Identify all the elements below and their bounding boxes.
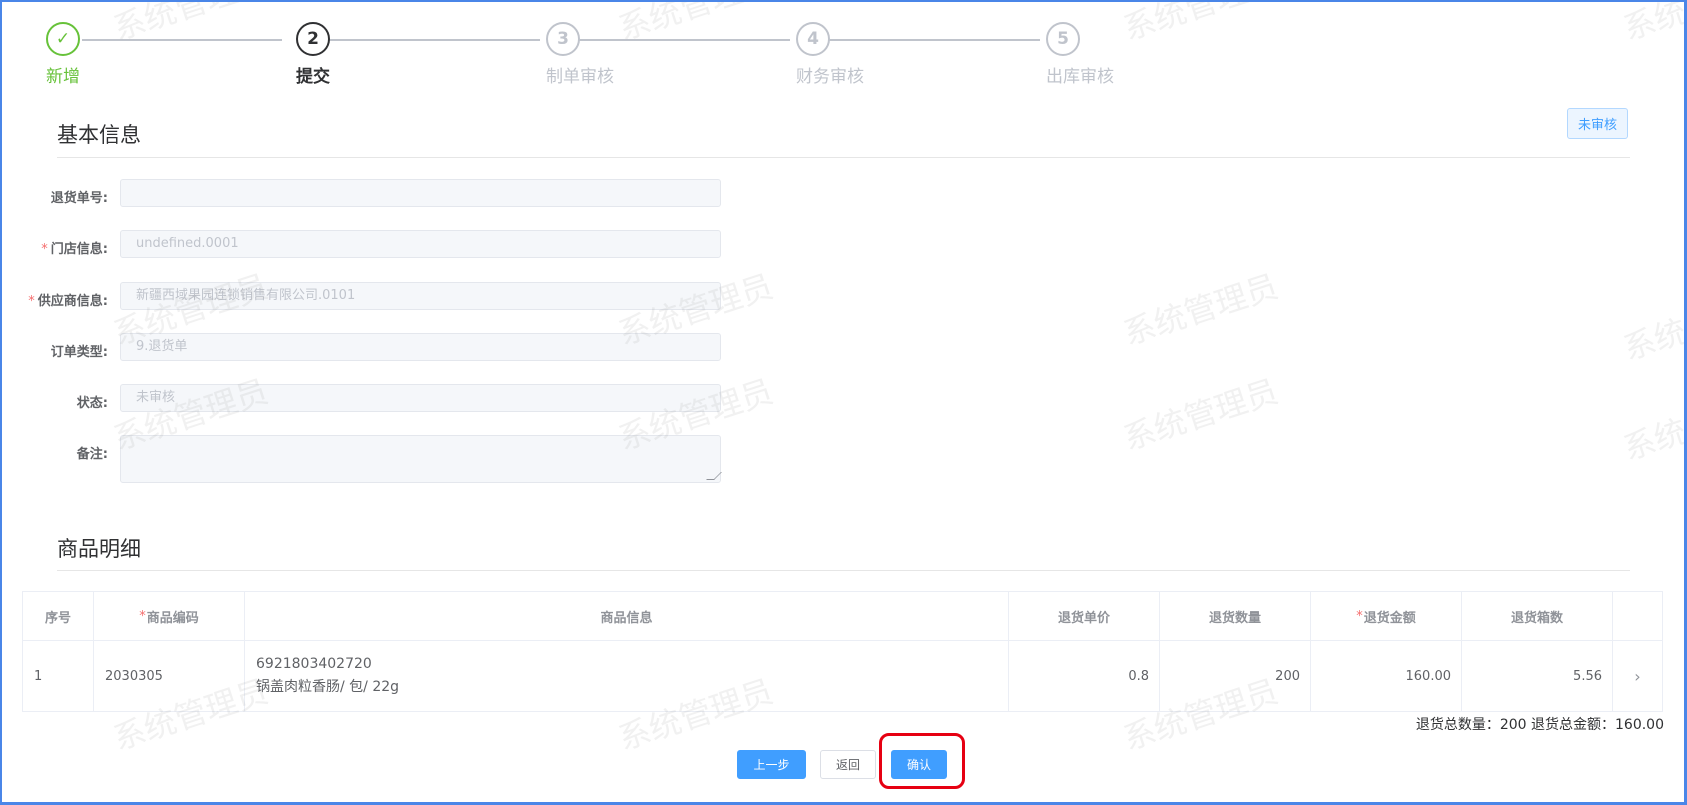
watermark: 系统管理员 xyxy=(1118,267,1283,353)
required-mark: * xyxy=(41,242,48,257)
column-header-unit-price: 退货单价 xyxy=(1009,592,1160,641)
watermark: 系统管理员 xyxy=(1618,282,1687,368)
form-row-remark: 备注: xyxy=(0,435,730,483)
table-cell-boxes: 5.56 xyxy=(1462,641,1613,711)
store-input[interactable]: undefined.0001 xyxy=(120,230,721,258)
required-mark: * xyxy=(28,294,35,309)
form-label: * 供应商信息: xyxy=(28,294,108,309)
divider xyxy=(57,157,1630,158)
column-header-action xyxy=(1613,592,1662,641)
column-header-amount: * 退货金额 xyxy=(1311,592,1462,641)
column-header-quantity: 退货数量 xyxy=(1160,592,1311,641)
step-connector xyxy=(326,39,540,41)
step-number: 2 xyxy=(296,22,330,56)
remark-textarea[interactable] xyxy=(120,435,722,483)
chevron-right-icon: › xyxy=(1634,666,1641,686)
form-row-status: 状态: 未审核 xyxy=(0,384,730,412)
product-name: 锅盖肉粒香肠/ 包/ 22g xyxy=(256,679,400,695)
status-badge: 未审核 xyxy=(1567,108,1628,139)
prev-step-button[interactable]: 上一步 xyxy=(737,750,806,779)
step-number: 4 xyxy=(796,22,830,56)
resize-handle-icon[interactable] xyxy=(706,472,722,480)
form-row-return-number: 退货单号: xyxy=(0,179,730,207)
step-label: 提交 xyxy=(296,67,330,87)
supplier-input[interactable]: 新疆西域果园连锁销售有限公司.0101 xyxy=(120,282,721,310)
form-label: 退货单号: xyxy=(50,191,108,206)
watermark: 系统管理员 xyxy=(1618,382,1687,468)
column-header-info: 商品信息 xyxy=(245,592,1009,641)
table-cell-info: 6921803402720 锅盖肉粒香肠/ 包/ 22g xyxy=(245,641,1009,711)
status-input[interactable]: 未审核 xyxy=(120,384,721,412)
progress-steps: ✓ 新增 2 提交 3 制单审核 4 财务审核 5 出库审核 xyxy=(46,22,1146,92)
step-connector xyxy=(82,39,282,41)
step-label: 制单审核 xyxy=(546,67,614,87)
step-number: 5 xyxy=(1046,22,1080,56)
order-type-input[interactable]: 9.退货单 xyxy=(120,333,721,361)
step-connector xyxy=(576,39,790,41)
column-header-boxes: 退货箱数 xyxy=(1462,592,1613,641)
form-row-supplier: * 供应商信息: 新疆西域果园连锁销售有限公司.0101 xyxy=(0,282,730,310)
table-cell-index: 1 xyxy=(23,641,94,711)
step-label: 新增 xyxy=(46,67,80,87)
form-label: * 门店信息: xyxy=(41,242,108,257)
back-button[interactable]: 返回 xyxy=(820,750,876,779)
step-connector xyxy=(826,39,1040,41)
divider xyxy=(57,570,1630,571)
table-cell-unit-price: 0.8 xyxy=(1009,641,1160,711)
step-label: 财务审核 xyxy=(796,67,864,87)
step-label: 出库审核 xyxy=(1046,67,1114,87)
column-header-index: 序号 xyxy=(23,592,94,641)
watermark: 系统管理员 xyxy=(1618,0,1687,48)
form-row-store: * 门店信息: undefined.0001 xyxy=(0,230,730,258)
product-barcode: 6921803402720 xyxy=(256,656,372,672)
check-icon: ✓ xyxy=(46,22,80,56)
table-cell-amount: 160.00 xyxy=(1311,641,1462,711)
form-label: 状态: xyxy=(76,396,108,411)
goods-table: 序号 * 商品编码 商品信息 退货单价 退货数量 * 退货金额 退货箱数 1 203… xyxy=(22,591,1663,712)
basic-info-title: 基本信息 xyxy=(57,123,141,147)
row-expand-button[interactable]: › xyxy=(1613,641,1662,711)
step-number: 3 xyxy=(546,22,580,56)
column-header-code: * 商品编码 xyxy=(94,592,245,641)
confirm-button[interactable]: 确认 xyxy=(891,750,947,779)
table-cell-code: 2030305 xyxy=(94,641,245,711)
watermark: 系统管理员 xyxy=(1118,372,1283,458)
form-label: 备注: xyxy=(76,447,108,462)
form-row-order-type: 订单类型: 9.退货单 xyxy=(0,333,730,361)
return-number-input[interactable] xyxy=(120,179,721,207)
goods-detail-title: 商品明细 xyxy=(57,537,141,561)
form-label: 订单类型: xyxy=(50,345,108,360)
table-summary: 退货总数量：200 退货总金额：160.00 xyxy=(1415,717,1664,733)
table-cell-quantity: 200 xyxy=(1160,641,1311,711)
